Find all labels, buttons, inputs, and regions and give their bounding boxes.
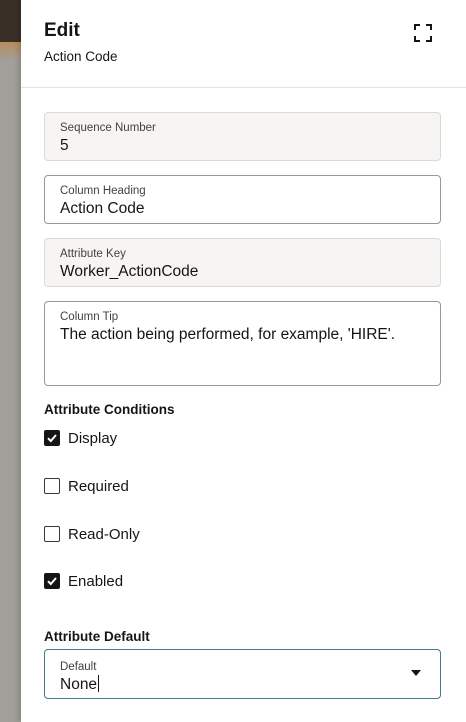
expand-button[interactable] — [410, 20, 436, 46]
attribute-conditions-heading: Attribute Conditions — [44, 402, 175, 417]
required-checkbox[interactable] — [44, 478, 60, 494]
text-cursor — [98, 675, 100, 692]
default-select-label: Default — [60, 661, 97, 673]
required-label: Required — [68, 477, 129, 495]
column-tip-field[interactable]: Column Tip The action being performed, f… — [44, 301, 441, 386]
attribute-key-field: Attribute Key Worker_ActionCode — [44, 238, 441, 287]
enabled-checkbox-row[interactable]: Enabled — [44, 570, 123, 592]
display-checkbox[interactable] — [44, 430, 60, 446]
backdrop-header — [0, 0, 21, 42]
default-select-value-wrap: None — [60, 675, 425, 694]
required-checkbox-row[interactable]: Required — [44, 475, 129, 497]
drawer-title: Edit — [44, 20, 80, 41]
display-label: Display — [68, 429, 118, 447]
display-checkbox-row[interactable]: Display — [44, 427, 117, 449]
drawer-subtitle: Action Code — [44, 49, 118, 64]
enabled-label: Enabled — [68, 572, 124, 590]
chevron-down-icon[interactable] — [411, 670, 421, 676]
read-only-checkbox[interactable] — [44, 526, 60, 542]
screen: Edit Action Code Sequence Number 5 Colum… — [0, 0, 466, 722]
checkmark-icon — [47, 577, 57, 586]
attribute-key-value: Worker_ActionCode — [60, 263, 199, 280]
edit-drawer: Edit Action Code Sequence Number 5 Colum… — [21, 0, 466, 722]
backdrop-accent — [0, 42, 21, 60]
default-select[interactable]: Default None — [44, 649, 441, 699]
attribute-key-label: Attribute Key — [60, 248, 126, 260]
default-select-value: None — [60, 676, 98, 693]
column-tip-label: Column Tip — [60, 311, 119, 323]
sequence-number-label: Sequence Number — [60, 122, 156, 134]
column-heading-label: Column Heading — [60, 185, 146, 197]
drawer-header: Edit Action Code — [21, 0, 466, 88]
read-only-checkbox-row[interactable]: Read-Only — [44, 523, 140, 545]
expand-icon — [414, 24, 432, 42]
checkmark-icon — [47, 434, 57, 443]
page-backdrop — [0, 0, 21, 722]
read-only-label: Read-Only — [68, 525, 140, 543]
column-tip-textarea[interactable]: The action being performed, for example,… — [60, 325, 425, 344]
column-heading-field[interactable]: Column Heading Action Code — [44, 175, 441, 224]
sequence-number-field: Sequence Number 5 — [44, 112, 441, 161]
enabled-checkbox[interactable] — [44, 573, 60, 589]
attribute-default-heading: Attribute Default — [44, 629, 150, 644]
column-heading-input[interactable]: Action Code — [60, 199, 425, 218]
sequence-number-value: 5 — [60, 137, 69, 154]
